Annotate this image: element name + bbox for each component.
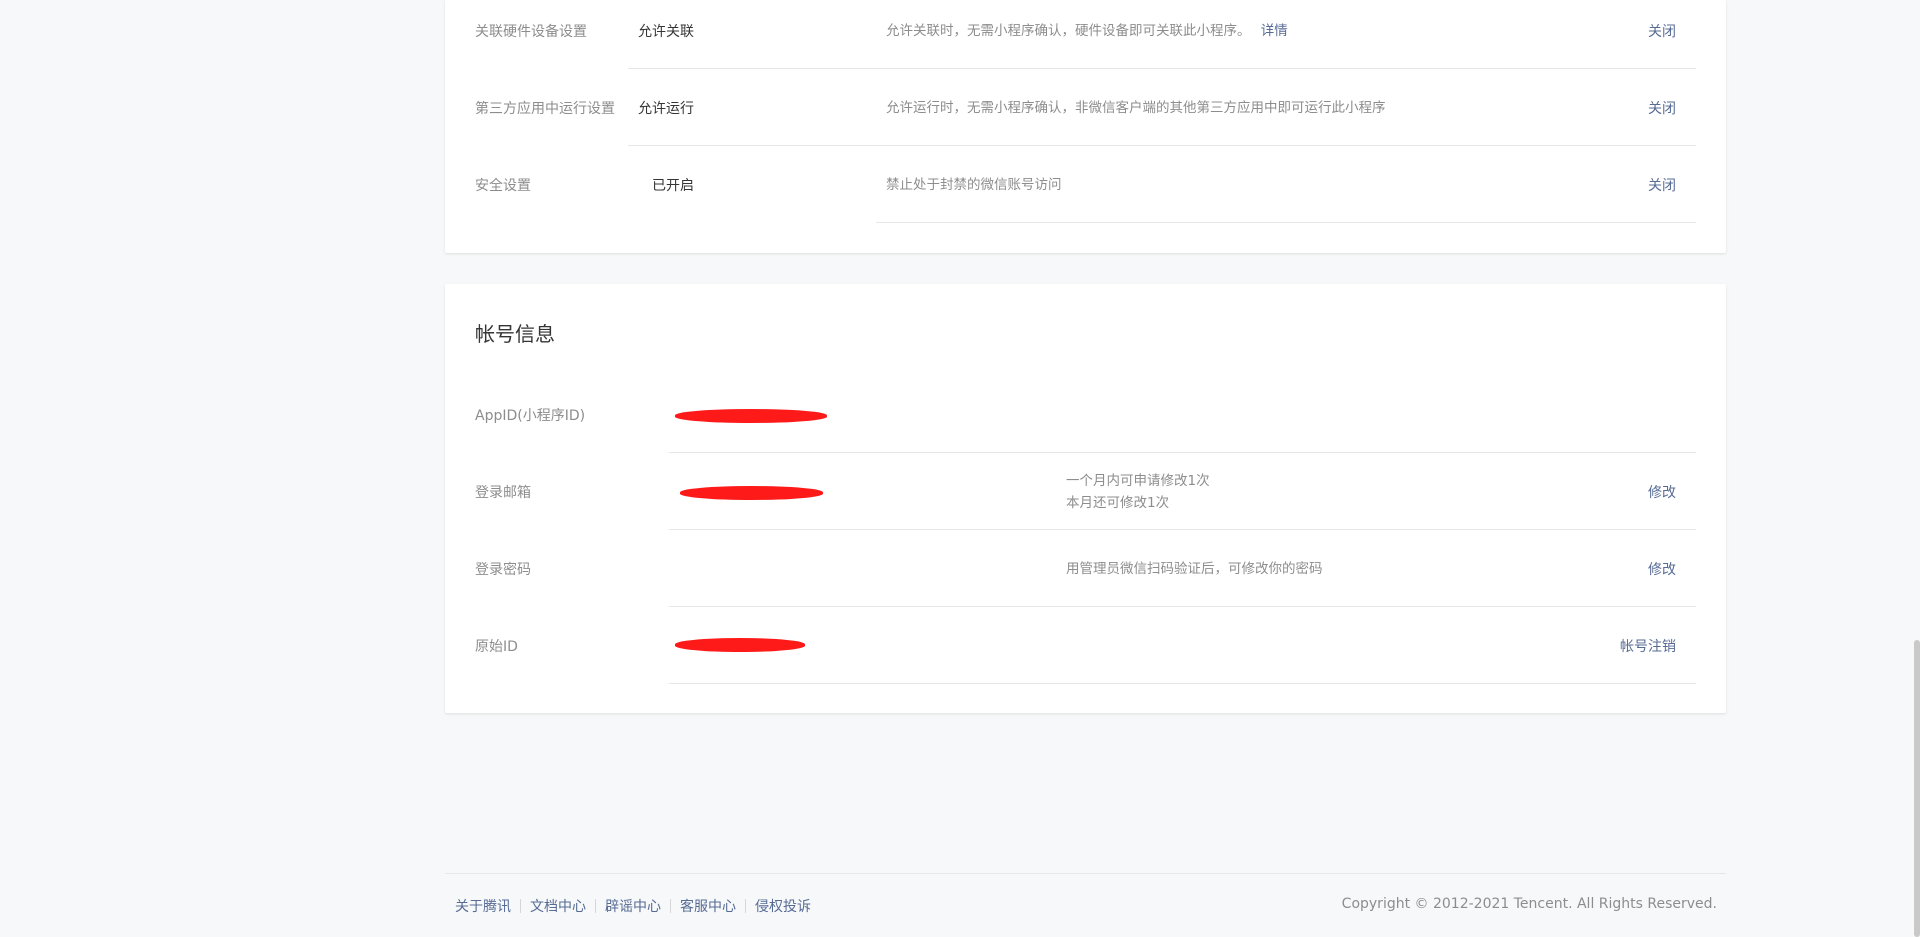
setting-label: 安全设置 [475,177,531,194]
settings-card: 关联硬件设备设置 允许关联 允许关联时，无需小程序确认，硬件设备即可关联此小程序… [445,0,1726,253]
setting-label: 关联硬件设备设置 [475,23,587,40]
setting-desc: 禁止处于封禁的微信账号访问 [886,176,1062,193]
account-label: 原始ID [475,638,518,655]
email-desc-line2: 本月还可修改1次 [1066,494,1170,511]
close-hardware-button[interactable]: 关闭 [1648,21,1676,41]
email-desc: 一个月内可申请修改1次 本月还可修改1次 [1066,470,1210,514]
details-link[interactable]: 详情 [1261,23,1288,39]
modify-email-button[interactable]: 修改 [1648,482,1676,502]
account-label: 登录邮箱 [475,484,531,501]
cancel-account-button[interactable]: 帐号注销 [1620,636,1676,656]
setting-value: 允许运行 [638,100,694,117]
footer-link-complaint[interactable]: 侵权投诉 [755,896,811,916]
account-card: 帐号信息 AppID(小程序ID) 登录邮箱 一个月内可申请修改1次 本月还可修… [445,284,1726,713]
footer-links: 关于腾讯 文档中心 辟谣中心 客服中心 侵权投诉 [455,896,811,916]
account-row-email: 登录邮箱 一个月内可申请修改1次 本月还可修改1次 修改 [445,453,1726,530]
modify-password-button[interactable]: 修改 [1648,559,1676,579]
setting-desc: 允许关联时，无需小程序确认，硬件设备即可关联此小程序。 详情 [886,20,1288,42]
footer-link-rumor[interactable]: 辟谣中心 [605,896,661,916]
copyright-text: Copyright © 2012-2021 Tencent. All Right… [1341,896,1717,912]
setting-value: 允许关联 [638,23,694,40]
redacted-original-id [675,638,805,652]
divider [669,683,1696,684]
account-label: 登录密码 [475,561,531,578]
setting-value: 已开启 [652,177,694,194]
account-row-password: 登录密码 用管理员微信扫码验证后，可修改你的密码 修改 [445,530,1726,607]
close-third-party-button[interactable]: 关闭 [1648,98,1676,118]
password-desc: 用管理员微信扫码验证后，可修改你的密码 [1066,560,1323,577]
footer-link-service[interactable]: 客服中心 [680,896,736,916]
footer-divider [445,873,1726,874]
account-row-original-id: 原始ID 帐号注销 [445,607,1726,684]
setting-row-hardware: 关联硬件设备设置 允许关联 允许关联时，无需小程序确认，硬件设备即可关联此小程序… [445,0,1726,69]
footer-separator [595,899,596,913]
setting-row-security: 安全设置 已开启 禁止处于封禁的微信账号访问 关闭 [445,146,1726,223]
email-desc-line1: 一个月内可申请修改1次 [1066,472,1210,489]
divider [876,222,1696,223]
footer-link-about[interactable]: 关于腾讯 [455,896,511,916]
footer-separator [745,899,746,913]
footer-link-docs[interactable]: 文档中心 [530,896,586,916]
setting-desc-text: 允许关联时，无需小程序确认，硬件设备即可关联此小程序。 [886,22,1251,39]
setting-label: 第三方应用中运行设置 [475,100,615,117]
redacted-email [680,486,823,500]
redacted-appid [675,409,827,423]
page-scrollbar[interactable] [1914,640,1920,937]
setting-desc: 允许运行时，无需小程序确认，非微信客户端的其他第三方应用中即可运行此小程序 [886,99,1386,116]
close-security-button[interactable]: 关闭 [1648,175,1676,195]
setting-row-third-party: 第三方应用中运行设置 允许运行 允许运行时，无需小程序确认，非微信客户端的其他第… [445,69,1726,146]
footer-separator [670,899,671,913]
account-label: AppID(小程序ID) [475,407,586,424]
account-row-appid: AppID(小程序ID) [445,376,1726,453]
account-title: 帐号信息 [475,322,555,346]
footer-separator [520,899,521,913]
